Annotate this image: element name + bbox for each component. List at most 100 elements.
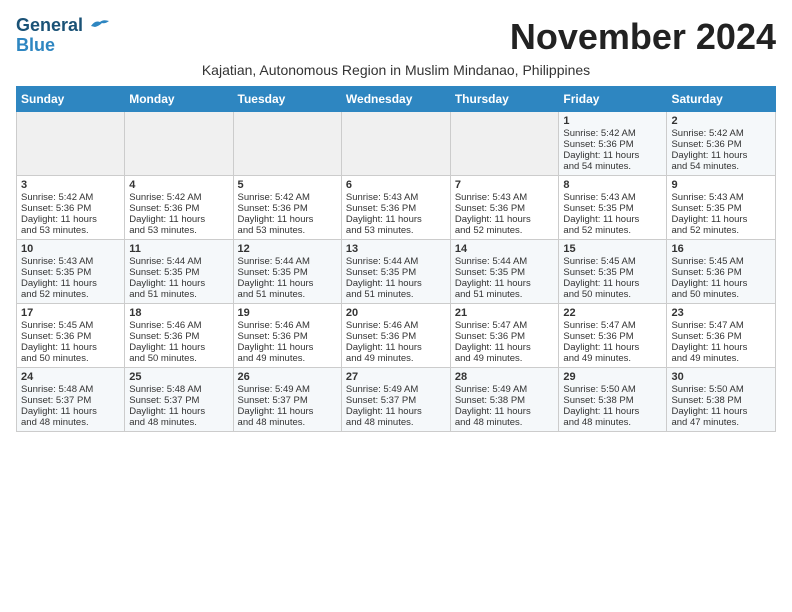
calendar-cell: 23Sunrise: 5:47 AMSunset: 5:36 PMDayligh… <box>667 304 776 368</box>
day-info-line: Sunset: 5:37 PM <box>346 395 446 406</box>
day-info-line: Daylight: 11 hours <box>346 406 446 417</box>
day-number: 15 <box>563 243 662 255</box>
calendar-subtitle: Kajatian, Autonomous Region in Muslim Mi… <box>16 62 776 78</box>
day-number: 6 <box>346 179 446 191</box>
day-number: 16 <box>671 243 771 255</box>
day-number: 10 <box>21 243 120 255</box>
calendar-cell: 15Sunrise: 5:45 AMSunset: 5:35 PMDayligh… <box>559 240 667 304</box>
calendar-cell: 25Sunrise: 5:48 AMSunset: 5:37 PMDayligh… <box>125 368 233 432</box>
day-info-line: Daylight: 11 hours <box>671 278 771 289</box>
day-number: 4 <box>129 179 228 191</box>
day-info-line: Sunset: 5:35 PM <box>238 267 337 278</box>
day-info-line: Sunset: 5:37 PM <box>129 395 228 406</box>
calendar-cell: 5Sunrise: 5:42 AMSunset: 5:36 PMDaylight… <box>233 176 341 240</box>
column-header-tuesday: Tuesday <box>233 87 341 112</box>
day-info-line: and 52 minutes. <box>671 225 771 236</box>
day-info-line: and 51 minutes. <box>238 289 337 300</box>
day-info-line: Daylight: 11 hours <box>455 214 555 225</box>
day-info-line: and 50 minutes. <box>563 289 662 300</box>
day-info-line: Sunrise: 5:43 AM <box>671 192 771 203</box>
day-info-line: Sunset: 5:36 PM <box>346 203 446 214</box>
day-number: 25 <box>129 371 228 383</box>
day-info-line: Sunrise: 5:45 AM <box>21 320 120 331</box>
day-info-line: Sunset: 5:38 PM <box>671 395 771 406</box>
month-title: November 2024 <box>510 16 776 58</box>
day-info-line: Sunrise: 5:43 AM <box>346 192 446 203</box>
day-number: 13 <box>346 243 446 255</box>
day-info-line: and 50 minutes. <box>21 353 120 364</box>
column-header-monday: Monday <box>125 87 233 112</box>
day-info-line: Sunset: 5:36 PM <box>21 203 120 214</box>
calendar-cell: 24Sunrise: 5:48 AMSunset: 5:37 PMDayligh… <box>17 368 125 432</box>
day-number: 22 <box>563 307 662 319</box>
day-info-line: and 50 minutes. <box>671 289 771 300</box>
day-info-line: Sunrise: 5:42 AM <box>129 192 228 203</box>
day-info-line: and 53 minutes. <box>129 225 228 236</box>
day-info-line: and 49 minutes. <box>671 353 771 364</box>
day-number: 8 <box>563 179 662 191</box>
calendar-cell: 14Sunrise: 5:44 AMSunset: 5:35 PMDayligh… <box>450 240 559 304</box>
calendar-cell: 10Sunrise: 5:43 AMSunset: 5:35 PMDayligh… <box>17 240 125 304</box>
day-info-line: Daylight: 11 hours <box>238 406 337 417</box>
day-info-line: and 54 minutes. <box>671 161 771 172</box>
day-info-line: Sunrise: 5:43 AM <box>455 192 555 203</box>
day-info-line: Sunset: 5:36 PM <box>129 331 228 342</box>
day-info-line: and 48 minutes. <box>238 417 337 428</box>
day-info-line: Sunrise: 5:44 AM <box>129 256 228 267</box>
logo-general: General <box>16 15 83 35</box>
calendar-cell: 29Sunrise: 5:50 AMSunset: 5:38 PMDayligh… <box>559 368 667 432</box>
day-info-line: and 49 minutes. <box>455 353 555 364</box>
day-number: 12 <box>238 243 337 255</box>
day-info-line: Daylight: 11 hours <box>129 342 228 353</box>
day-info-line: Sunrise: 5:43 AM <box>563 192 662 203</box>
day-info-line: and 54 minutes. <box>563 161 662 172</box>
calendar-table: SundayMondayTuesdayWednesdayThursdayFrid… <box>16 86 776 432</box>
day-info-line: Sunrise: 5:43 AM <box>21 256 120 267</box>
day-info-line: Daylight: 11 hours <box>21 214 120 225</box>
day-info-line: Sunset: 5:35 PM <box>129 267 228 278</box>
day-info-line: Sunset: 5:36 PM <box>238 203 337 214</box>
day-info-line: Daylight: 11 hours <box>238 214 337 225</box>
day-info-line: and 48 minutes. <box>563 417 662 428</box>
day-number: 11 <box>129 243 228 255</box>
day-info-line: Sunset: 5:38 PM <box>455 395 555 406</box>
day-info-line: and 50 minutes. <box>129 353 228 364</box>
day-info-line: Sunset: 5:35 PM <box>21 267 120 278</box>
day-info-line: Sunrise: 5:44 AM <box>346 256 446 267</box>
day-info-line: and 49 minutes. <box>563 353 662 364</box>
calendar-cell: 11Sunrise: 5:44 AMSunset: 5:35 PMDayligh… <box>125 240 233 304</box>
day-info-line: Sunset: 5:36 PM <box>671 267 771 278</box>
calendar-cell: 2Sunrise: 5:42 AMSunset: 5:36 PMDaylight… <box>667 112 776 176</box>
day-number: 27 <box>346 371 446 383</box>
calendar-cell <box>17 112 125 176</box>
day-info-line: Sunrise: 5:46 AM <box>129 320 228 331</box>
calendar-cell: 16Sunrise: 5:45 AMSunset: 5:36 PMDayligh… <box>667 240 776 304</box>
calendar-cell: 12Sunrise: 5:44 AMSunset: 5:35 PMDayligh… <box>233 240 341 304</box>
day-info-line: and 53 minutes. <box>21 225 120 236</box>
day-number: 19 <box>238 307 337 319</box>
calendar-cell: 3Sunrise: 5:42 AMSunset: 5:36 PMDaylight… <box>17 176 125 240</box>
calendar-cell: 28Sunrise: 5:49 AMSunset: 5:38 PMDayligh… <box>450 368 559 432</box>
day-info-line: and 48 minutes. <box>455 417 555 428</box>
calendar-cell <box>125 112 233 176</box>
day-info-line: Sunrise: 5:50 AM <box>671 384 771 395</box>
day-number: 30 <box>671 371 771 383</box>
day-info-line: Daylight: 11 hours <box>129 278 228 289</box>
day-number: 29 <box>563 371 662 383</box>
calendar-cell: 13Sunrise: 5:44 AMSunset: 5:35 PMDayligh… <box>341 240 450 304</box>
day-info-line: Sunrise: 5:42 AM <box>21 192 120 203</box>
column-header-friday: Friday <box>559 87 667 112</box>
calendar-cell: 7Sunrise: 5:43 AMSunset: 5:36 PMDaylight… <box>450 176 559 240</box>
day-number: 14 <box>455 243 555 255</box>
calendar-cell: 17Sunrise: 5:45 AMSunset: 5:36 PMDayligh… <box>17 304 125 368</box>
day-info-line: and 52 minutes. <box>21 289 120 300</box>
day-info-line: Sunrise: 5:48 AM <box>21 384 120 395</box>
day-info-line: Daylight: 11 hours <box>21 278 120 289</box>
day-info-line: Sunset: 5:37 PM <box>238 395 337 406</box>
day-number: 7 <box>455 179 555 191</box>
day-info-line: Sunrise: 5:46 AM <box>346 320 446 331</box>
calendar-cell: 21Sunrise: 5:47 AMSunset: 5:36 PMDayligh… <box>450 304 559 368</box>
day-number: 5 <box>238 179 337 191</box>
calendar-cell: 20Sunrise: 5:46 AMSunset: 5:36 PMDayligh… <box>341 304 450 368</box>
calendar-cell <box>233 112 341 176</box>
